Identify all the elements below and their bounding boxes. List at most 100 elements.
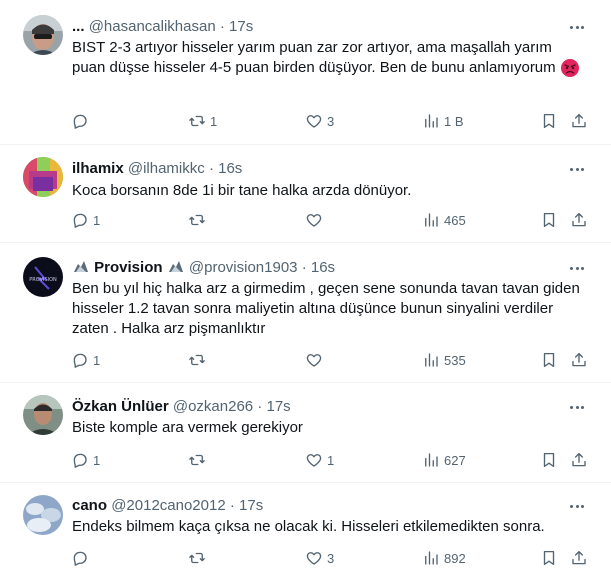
timestamp[interactable]: 16s <box>218 160 242 177</box>
reply-button[interactable] <box>71 111 93 131</box>
reply-icon <box>73 114 87 129</box>
reply-icon <box>73 453 87 468</box>
separator-dot: · <box>301 259 307 276</box>
view-count: 892 <box>444 550 466 566</box>
avatar-image <box>23 495 63 535</box>
share-button[interactable] <box>570 548 588 568</box>
tweet-text: Ben bu yıl hiç halka arz a girmedim , ge… <box>72 279 587 339</box>
like-button[interactable]: 1 <box>305 450 334 470</box>
user-handle[interactable]: @provision1903 <box>189 259 298 276</box>
views-button[interactable]: 627 <box>422 450 466 470</box>
display-name[interactable]: ... <box>72 18 85 35</box>
retweet-button[interactable] <box>188 350 210 370</box>
like-button[interactable]: 3 <box>305 111 334 131</box>
bookmark-button[interactable] <box>540 210 558 230</box>
tweet-text: Koca borsanın 8de 1i bir tane halka arzd… <box>72 181 587 201</box>
avatar-provision1903[interactable]: PROVISION <box>23 257 63 297</box>
reply-button[interactable]: 1 <box>71 210 100 230</box>
user-handle[interactable]: @ozkan266 <box>173 398 253 415</box>
tweet-text-content: Endeks bilmem kaça çıksa ne olacak ki. H… <box>72 518 545 535</box>
more-options-button[interactable] <box>567 397 587 417</box>
avatar-ozkan266[interactable] <box>23 395 63 435</box>
share-icon <box>572 212 586 227</box>
more-options-button[interactable] <box>567 17 587 37</box>
bookmark-icon <box>543 212 555 228</box>
views-button[interactable]: 1 B <box>422 111 464 131</box>
bookmark-button[interactable] <box>540 350 558 370</box>
avatar-ilhamikkc[interactable] <box>23 157 63 197</box>
bookmark-button[interactable] <box>540 111 558 131</box>
timestamp[interactable]: 17s <box>239 497 263 514</box>
share-button[interactable] <box>570 210 588 230</box>
bookmark-button[interactable] <box>540 548 558 568</box>
retweet-button[interactable]: 1 <box>188 111 217 131</box>
display-name[interactable]: Özkan Ünlüer <box>72 398 169 415</box>
reply-button[interactable]: 1 <box>71 350 100 370</box>
more-options-button[interactable] <box>567 258 587 278</box>
user-handle[interactable]: @2012cano2012 <box>111 497 226 514</box>
bookmark-icon <box>543 352 555 368</box>
tweet-text-content: BIST 2-3 artıyor hisseler yarım puan zar… <box>72 39 556 76</box>
timestamp[interactable]: 16s <box>311 259 335 276</box>
bookmark-button[interactable] <box>540 450 558 470</box>
views-icon <box>425 453 438 467</box>
tweet-header: ilhamix @ilhamikkc · 16s <box>72 159 571 179</box>
reply-icon <box>73 353 87 368</box>
like-count: 1 <box>327 452 335 468</box>
timestamp[interactable]: 17s <box>266 398 290 415</box>
avatar-image <box>23 395 63 435</box>
share-button[interactable] <box>570 350 588 370</box>
tweet-2[interactable]: ilhamix @ilhamikkc · 16s Koca borsanın 8… <box>0 145 611 243</box>
share-icon <box>572 452 586 467</box>
like-button[interactable] <box>305 210 327 230</box>
reply-button[interactable]: 1 <box>71 450 100 470</box>
tweet-actions: 1 1 627 <box>0 450 611 470</box>
tweet-text: Biste komple ara vermek gerekiyor <box>72 418 587 438</box>
retweet-button[interactable] <box>188 450 210 470</box>
heart-icon <box>306 214 322 227</box>
retweet-button[interactable] <box>188 210 210 230</box>
more-options-button[interactable] <box>567 159 587 179</box>
angry-face-icon <box>560 58 580 78</box>
avatar-image: PROVISION <box>23 257 63 297</box>
share-button[interactable] <box>570 450 588 470</box>
user-handle[interactable]: @ilhamikkc <box>128 160 205 177</box>
bookmark-icon <box>543 113 555 129</box>
display-name[interactable]: Provision <box>94 259 162 276</box>
heart-icon <box>306 454 322 467</box>
tweet-text: BIST 2-3 artıyor hisseler yarım puan zar… <box>72 38 587 78</box>
views-icon <box>425 213 438 227</box>
reply-button[interactable] <box>71 548 93 568</box>
retweet-icon <box>189 454 205 466</box>
tweet-header: Özkan Ünlüer @ozkan266 · 17s <box>72 397 571 417</box>
bookmark-icon <box>543 452 555 468</box>
tweet-text-content: Koca borsanın 8de 1i bir tane halka arzd… <box>72 182 412 199</box>
tweet-feed: ... @hasancalikhasan · 17s BIST 2-3 artı… <box>0 0 611 579</box>
display-name[interactable]: ilhamix <box>72 160 124 177</box>
views-button[interactable]: 465 <box>422 210 466 230</box>
user-handle[interactable]: @hasancalikhasan <box>89 18 216 35</box>
display-name[interactable]: cano <box>72 497 107 514</box>
tweet-4[interactable]: Özkan Ünlüer @ozkan266 · 17s Biste kompl… <box>0 383 611 483</box>
views-button[interactable]: 892 <box>422 548 466 568</box>
tweet-header: ... @hasancalikhasan · 17s <box>72 17 571 37</box>
timestamp[interactable]: 17s <box>229 18 253 35</box>
like-button[interactable] <box>305 350 327 370</box>
retweet-icon <box>189 115 205 127</box>
like-button[interactable]: 3 <box>305 548 334 568</box>
avatar-hasancalikhasan[interactable] <box>23 15 63 55</box>
tweet-text: Endeks bilmem kaça çıksa ne olacak ki. H… <box>72 517 587 537</box>
share-button[interactable] <box>570 111 588 131</box>
tweet-5[interactable]: cano @2012cano2012 · 17s Endeks bilmem k… <box>0 483 611 579</box>
retweet-icon <box>189 354 205 366</box>
share-icon <box>572 113 586 128</box>
tweet-1[interactable]: ... @hasancalikhasan · 17s BIST 2-3 artı… <box>0 0 611 145</box>
retweet-button[interactable] <box>188 548 210 568</box>
views-button[interactable]: 535 <box>422 350 466 370</box>
reply-count: 1 <box>93 212 101 228</box>
more-options-button[interactable] <box>567 496 587 516</box>
tweet-header: cano @2012cano2012 · 17s <box>72 496 571 516</box>
avatar-2012cano2012[interactable] <box>23 495 63 535</box>
separator-dot: · <box>229 497 235 514</box>
tweet-3[interactable]: PROVISION Provision @provision1903 · 16s… <box>0 243 611 383</box>
